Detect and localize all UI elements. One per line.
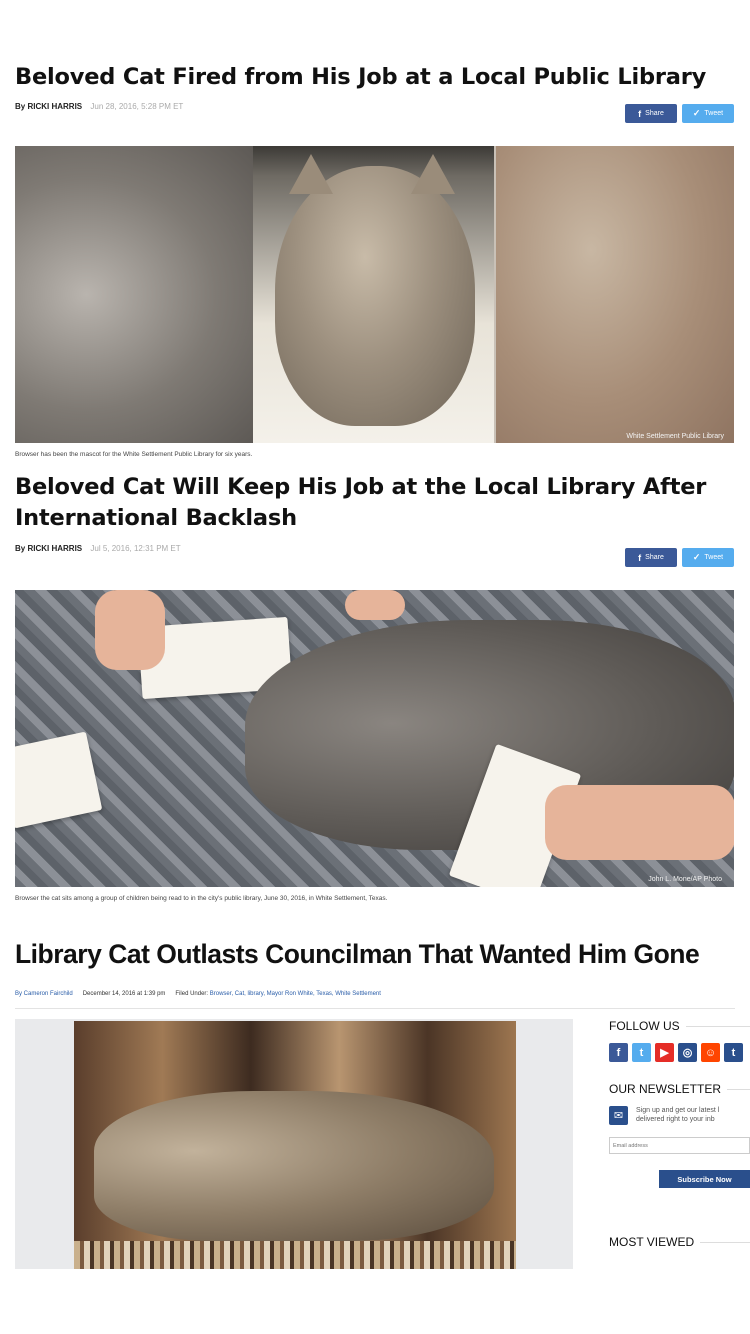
article-1-headline: Beloved Cat Fired from His Job at a Loca…: [15, 64, 707, 90]
newsletter-blurb: ✉ Sign up and get our latest l delivered…: [609, 1106, 750, 1125]
author-prefix: By: [15, 544, 26, 553]
article-3: Library Cat Outlasts Councilman That Wan…: [15, 934, 700, 974]
article-1-photo: White Settlement Public Library: [15, 146, 734, 443]
email-field[interactable]: [609, 1137, 750, 1154]
divider: [15, 1008, 735, 1009]
article-2-photo: John L. Mone/AP Photo: [15, 590, 734, 887]
newsletter-title: OUR NEWSLETTER: [609, 1082, 750, 1096]
twitter-icon: ✓: [692, 552, 701, 562]
book-shelf: [74, 1241, 516, 1269]
sidebar: FOLLOW US f t ▶ ◎ ☺ t OUR NEWSLETTER ✉ S…: [609, 1019, 750, 1249]
facebook-share-button[interactable]: f Share: [625, 548, 677, 567]
cat-photo: [253, 146, 494, 443]
reddit-icon[interactable]: ☺: [701, 1043, 720, 1062]
child-hand: [345, 590, 405, 620]
photo-credit: John L. Mone/AP Photo: [648, 876, 722, 883]
article-3-date: December 14, 2016 at 1:39 pm: [82, 991, 166, 997]
youtube-icon[interactable]: ▶: [655, 1043, 674, 1062]
photo-credit: White Settlement Public Library: [626, 433, 724, 440]
most-viewed-title: MOST VIEWED: [609, 1235, 750, 1249]
twitter-icon: ✓: [692, 108, 701, 118]
facebook-icon: f: [638, 552, 642, 563]
filed-under: Filed Under: Browser, Cat, library, Mayo…: [175, 991, 381, 997]
follow-us-title: FOLLOW US: [609, 1019, 750, 1033]
social-icons: f t ▶ ◎ ☺ t: [609, 1043, 750, 1062]
article-1-caption: Browser has been the mascot for the Whit…: [15, 451, 253, 458]
article-3-photo: [74, 1021, 516, 1269]
twitter-tweet-button[interactable]: ✓ Tweet: [682, 548, 734, 567]
tumblr-icon[interactable]: t: [724, 1043, 743, 1062]
cat-figure: [94, 1091, 494, 1241]
subscribe-button[interactable]: Subscribe Now: [659, 1170, 750, 1188]
article-2-caption: Browser the cat sits among a group of ch…: [15, 895, 388, 902]
article-2-headline: Beloved Cat Will Keep His Job at the Loc…: [15, 474, 707, 531]
publish-date: Jul 5, 2016, 12:31 PM ET: [90, 544, 181, 553]
mail-icon: ✉: [609, 1106, 628, 1125]
twitter-icon[interactable]: t: [632, 1043, 651, 1062]
facebook-icon: f: [638, 108, 642, 119]
article-2-share-row: f Share ✓ Tweet: [625, 548, 734, 567]
article-3-byline[interactable]: By Cameron Fairchild: [15, 991, 73, 997]
facebook-icon[interactable]: f: [609, 1043, 628, 1062]
article-3-headline: Library Cat Outlasts Councilman That Wan…: [15, 939, 700, 969]
child-hand: [95, 590, 165, 670]
article-1-share-row: f Share ✓ Tweet: [625, 104, 734, 123]
publish-date: Jun 28, 2016, 5:28 PM ET: [90, 102, 184, 111]
article-2: Beloved Cat Will Keep His Job at the Loc…: [15, 472, 735, 558]
cat-figure: [275, 154, 475, 426]
author-prefix: By: [15, 102, 26, 111]
open-book: [15, 731, 103, 829]
author-name[interactable]: RICKI HARRIS: [27, 544, 82, 553]
author-name[interactable]: RICKI HARRIS: [27, 102, 82, 111]
facebook-share-button[interactable]: f Share: [625, 104, 677, 123]
twitter-tweet-button[interactable]: ✓ Tweet: [682, 104, 734, 123]
article-3-meta: By Cameron Fairchild December 14, 2016 a…: [15, 991, 381, 997]
instagram-icon[interactable]: ◎: [678, 1043, 697, 1062]
tag-links[interactable]: Browser, Cat, library, Mayor Ron White, …: [210, 991, 381, 997]
child-hand: [545, 785, 734, 860]
